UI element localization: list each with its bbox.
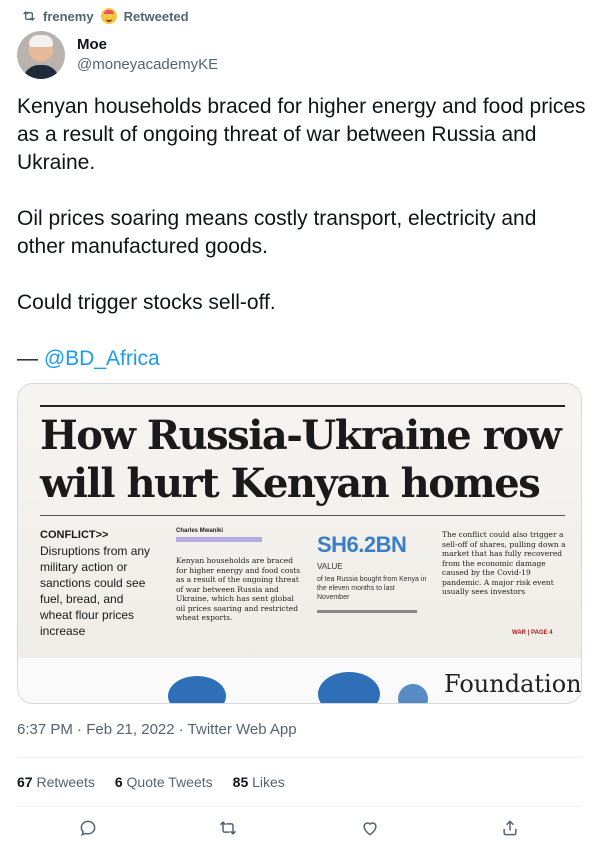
likes-stat[interactable]: 85 Likes (233, 774, 285, 790)
engagement-stats: 67 Retweets 6 Quote Tweets 85 Likes (17, 774, 285, 790)
divider (17, 757, 582, 758)
author-name[interactable]: Moe (77, 35, 218, 55)
tweet-paragraph: Oil prices soaring means costly transpor… (17, 207, 537, 258)
dek-column: CONFLICT>> Disruptions from any military… (40, 529, 158, 639)
share-icon[interactable] (500, 818, 522, 840)
story-body: The conflict could also trigger a sell-o… (442, 530, 566, 596)
clown-emoji-icon (100, 8, 117, 24)
likes-count: 85 (232, 774, 249, 790)
headline-rule (40, 515, 565, 516)
advert-word: Foundation (444, 670, 582, 698)
kicker: CONFLICT>> (40, 529, 109, 541)
stat-column: SH6.2BN VALUE of tea Russia bought from … (317, 532, 429, 613)
quotes-count: 6 (114, 774, 123, 790)
reply-icon[interactable] (78, 818, 100, 840)
tweet-attribution: — @BD_Africa (17, 345, 587, 373)
action-bar (0, 818, 598, 846)
tweet-text: Kenyan households braced for higher ener… (17, 93, 587, 373)
tweet-paragraph: Could trigger stocks sell-off. (17, 291, 276, 314)
byline: Charles Mwaniki (176, 528, 224, 534)
stat-bar (317, 610, 417, 613)
tweet-paragraph: Kenyan households braced for higher ener… (17, 95, 586, 174)
tweet-author[interactable]: Moe @moneyacademyKE (17, 31, 218, 79)
stat-value: SH6.2BN (317, 532, 407, 557)
newspaper-headline: How Russia-Ukraine row will hurt Kenyan … (40, 412, 562, 507)
story-body: Kenyan households are braced for higher … (176, 556, 301, 622)
heart-icon[interactable] (360, 818, 382, 840)
quotes-stat[interactable]: 6 Quote Tweets (115, 774, 213, 790)
retweeted-label: Retweeted (123, 8, 189, 24)
section-tag: WAR | PAGE 4 (512, 630, 553, 636)
newspaper-clipping: How Russia-Ukraine row will hurt Kenyan … (18, 384, 582, 703)
top-rule (40, 405, 565, 407)
tweet-media-image[interactable]: How Russia-Ukraine row will hurt Kenyan … (17, 383, 582, 704)
mention-link[interactable]: @BD_Africa (44, 347, 160, 370)
retweeter-name[interactable]: frenemy (43, 9, 94, 24)
dek: Disruptions from any military action or … (40, 544, 151, 638)
avatar[interactable] (17, 31, 65, 79)
stat-description: of tea Russia bought from Kenya in the e… (317, 576, 427, 601)
story-column-1: Charles Mwaniki Kenyan households are br… (176, 528, 302, 623)
retweet-context[interactable]: frenemy Retweeted (21, 8, 189, 24)
retweets-stat[interactable]: 67 Retweets (17, 774, 95, 790)
attribution-dash: — (17, 347, 44, 370)
retweet-icon[interactable] (218, 818, 240, 840)
divider (17, 806, 582, 807)
retweets-label: Retweets (36, 774, 95, 790)
retweets-count: 67 (17, 774, 33, 790)
decor-shape (318, 672, 380, 703)
byline-email (176, 537, 262, 542)
author-handle[interactable]: @moneyacademyKE (77, 55, 218, 75)
decor-shape (398, 684, 428, 703)
retweet-context-icon (21, 8, 37, 24)
tweet-timestamp[interactable]: 6:37 PM · Feb 21, 2022 · Twitter Web App (17, 721, 297, 738)
decor-shape (168, 676, 226, 703)
quotes-label: Quote Tweets (126, 774, 213, 790)
story-column-2: The conflict could also trigger a sell-o… (442, 530, 566, 597)
stat-label: VALUE (317, 562, 343, 571)
likes-label: Likes (252, 774, 285, 790)
